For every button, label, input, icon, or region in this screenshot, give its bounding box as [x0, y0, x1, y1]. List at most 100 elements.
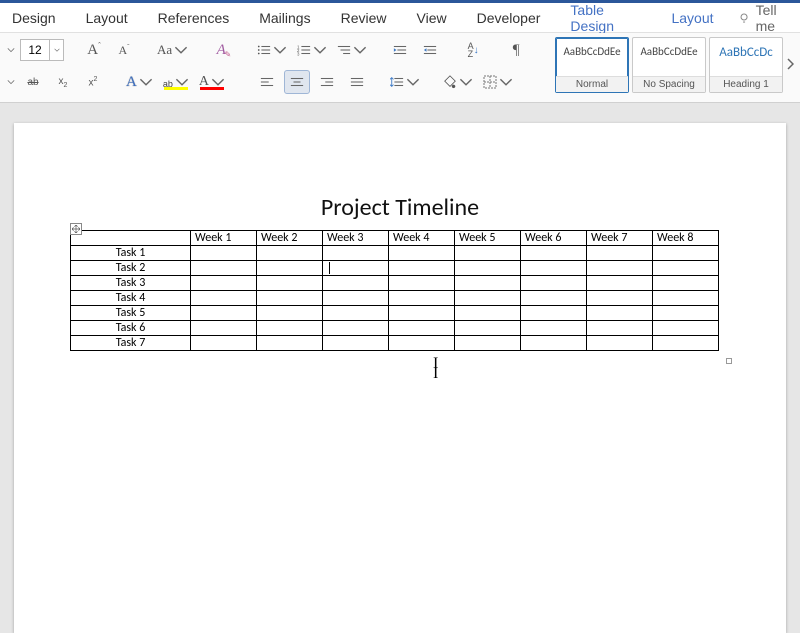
table-cell[interactable] [389, 246, 455, 261]
column-header[interactable]: Week 8 [653, 231, 719, 246]
strikethrough-button[interactable]: ab [20, 70, 46, 94]
table-cell[interactable] [587, 276, 653, 291]
table-cell[interactable] [257, 321, 323, 336]
table-cell[interactable] [191, 336, 257, 351]
change-case-button[interactable]: Aa [154, 38, 191, 62]
table-cell[interactable] [455, 321, 521, 336]
table-cell[interactable] [191, 321, 257, 336]
column-header[interactable]: Week 3 [323, 231, 389, 246]
table-cell[interactable] [191, 276, 257, 291]
table-cell[interactable] [389, 261, 455, 276]
table-corner-cell[interactable] [71, 231, 191, 246]
table-cell[interactable] [653, 291, 719, 306]
table-cell[interactable] [191, 246, 257, 261]
table-cell[interactable] [257, 276, 323, 291]
table-cell[interactable] [323, 321, 389, 336]
decrease-indent-button[interactable] [387, 38, 413, 62]
table-cell[interactable] [389, 291, 455, 306]
table-cell[interactable] [323, 291, 389, 306]
table-cell[interactable] [389, 336, 455, 351]
tab-developer[interactable]: Developer [471, 4, 547, 32]
align-right-button[interactable] [314, 70, 340, 94]
timeline-table[interactable]: Week 1 Week 2 Week 3 Week 4 Week 5 Week … [70, 230, 719, 351]
column-header[interactable]: Week 4 [389, 231, 455, 246]
table-cell[interactable] [587, 261, 653, 276]
table-cell[interactable] [257, 306, 323, 321]
align-left-button[interactable] [254, 70, 280, 94]
table-cell[interactable] [653, 306, 719, 321]
table-cell[interactable] [587, 321, 653, 336]
style-heading-1[interactable]: AaBbCcDc Heading 1 [709, 37, 783, 93]
table-cell[interactable] [323, 261, 389, 276]
highlight-color-button[interactable]: ab [160, 70, 192, 94]
tab-view[interactable]: View [411, 4, 453, 32]
numbering-button[interactable]: 123 [294, 38, 330, 62]
table-cell[interactable] [191, 291, 257, 306]
table-cell[interactable] [191, 306, 257, 321]
underline-style-dropdown[interactable] [6, 70, 16, 94]
table-cell[interactable] [455, 291, 521, 306]
table-cell[interactable] [653, 276, 719, 291]
style-normal[interactable]: AaBbCcDdEe Normal [555, 37, 629, 93]
align-justify-button[interactable] [344, 70, 370, 94]
grow-font-button[interactable]: Aˆ [81, 38, 107, 62]
text-effects-button[interactable]: A [123, 70, 156, 94]
tab-mailings[interactable]: Mailings [253, 4, 316, 32]
table-cell[interactable] [257, 336, 323, 351]
table-cell[interactable] [257, 291, 323, 306]
table-cell[interactable] [323, 276, 389, 291]
table-cell[interactable] [455, 246, 521, 261]
font-size-input[interactable] [21, 40, 49, 60]
tab-references[interactable]: References [152, 4, 236, 32]
table-cell[interactable] [191, 261, 257, 276]
styles-more-button[interactable] [786, 58, 794, 73]
table-move-handle[interactable] [70, 223, 82, 235]
font-name-dropdown[interactable] [6, 38, 16, 62]
clear-formatting-button[interactable]: A✎ [208, 38, 234, 62]
sort-button[interactable]: AZ↓ [460, 38, 486, 62]
column-header[interactable]: Week 6 [521, 231, 587, 246]
table-cell[interactable] [521, 306, 587, 321]
table-cell[interactable] [521, 276, 587, 291]
page-title[interactable]: Project Timeline [14, 193, 786, 222]
multilevel-list-button[interactable] [334, 38, 370, 62]
align-center-button[interactable] [284, 70, 310, 94]
table-cell[interactable] [521, 261, 587, 276]
table-cell[interactable] [323, 246, 389, 261]
table-cell[interactable] [455, 306, 521, 321]
table-cell[interactable] [389, 276, 455, 291]
style-no-spacing[interactable]: AaBbCcDdEe No Spacing [632, 37, 706, 93]
table-cell[interactable] [521, 246, 587, 261]
column-header[interactable]: Week 5 [455, 231, 521, 246]
row-header[interactable]: Task 2 [71, 261, 191, 276]
row-header[interactable]: Task 6 [71, 321, 191, 336]
table-cell[interactable] [653, 261, 719, 276]
borders-button[interactable] [480, 70, 516, 94]
row-header[interactable]: Task 7 [71, 336, 191, 351]
table-cell[interactable] [455, 276, 521, 291]
shrink-font-button[interactable]: Aˇ [111, 38, 137, 62]
font-color-button[interactable]: A [196, 70, 228, 94]
table-cell[interactable] [521, 291, 587, 306]
table-cell[interactable] [521, 336, 587, 351]
row-header[interactable]: Task 5 [71, 306, 191, 321]
subscript-button[interactable]: x2 [50, 70, 76, 94]
shading-button[interactable] [440, 70, 476, 94]
document-page[interactable]: Project Timeline Week 1 Week 2 Week 3 We… [14, 123, 786, 633]
column-header[interactable]: Week 7 [587, 231, 653, 246]
line-spacing-button[interactable] [387, 70, 423, 94]
tab-layout[interactable]: Layout [80, 4, 134, 32]
table-cell[interactable] [587, 246, 653, 261]
column-header[interactable]: Week 1 [191, 231, 257, 246]
table-cell[interactable] [257, 246, 323, 261]
bullets-button[interactable] [254, 38, 290, 62]
table-cell[interactable] [587, 306, 653, 321]
table-cell[interactable] [323, 306, 389, 321]
table-cell[interactable] [653, 336, 719, 351]
table-cell[interactable] [389, 306, 455, 321]
font-size-dropdown[interactable] [49, 40, 63, 60]
table-cell[interactable] [389, 321, 455, 336]
tab-review[interactable]: Review [335, 4, 393, 32]
tab-design[interactable]: Design [6, 4, 62, 32]
table-cell[interactable] [455, 336, 521, 351]
